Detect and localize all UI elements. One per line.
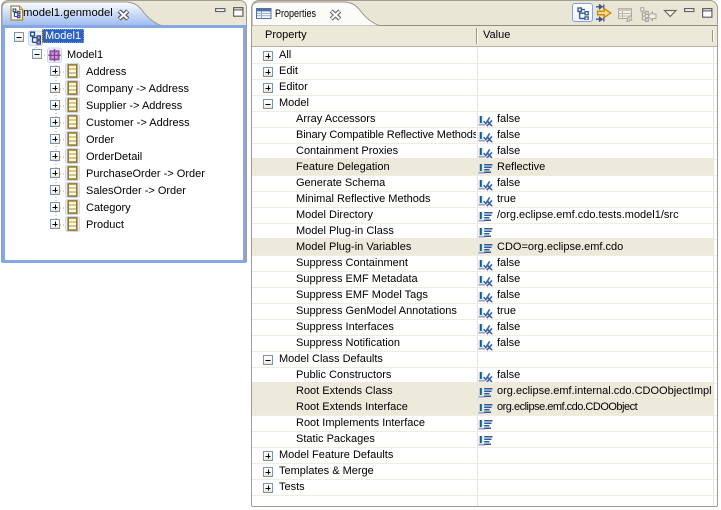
svg-text:Properties: Properties [275,8,316,20]
